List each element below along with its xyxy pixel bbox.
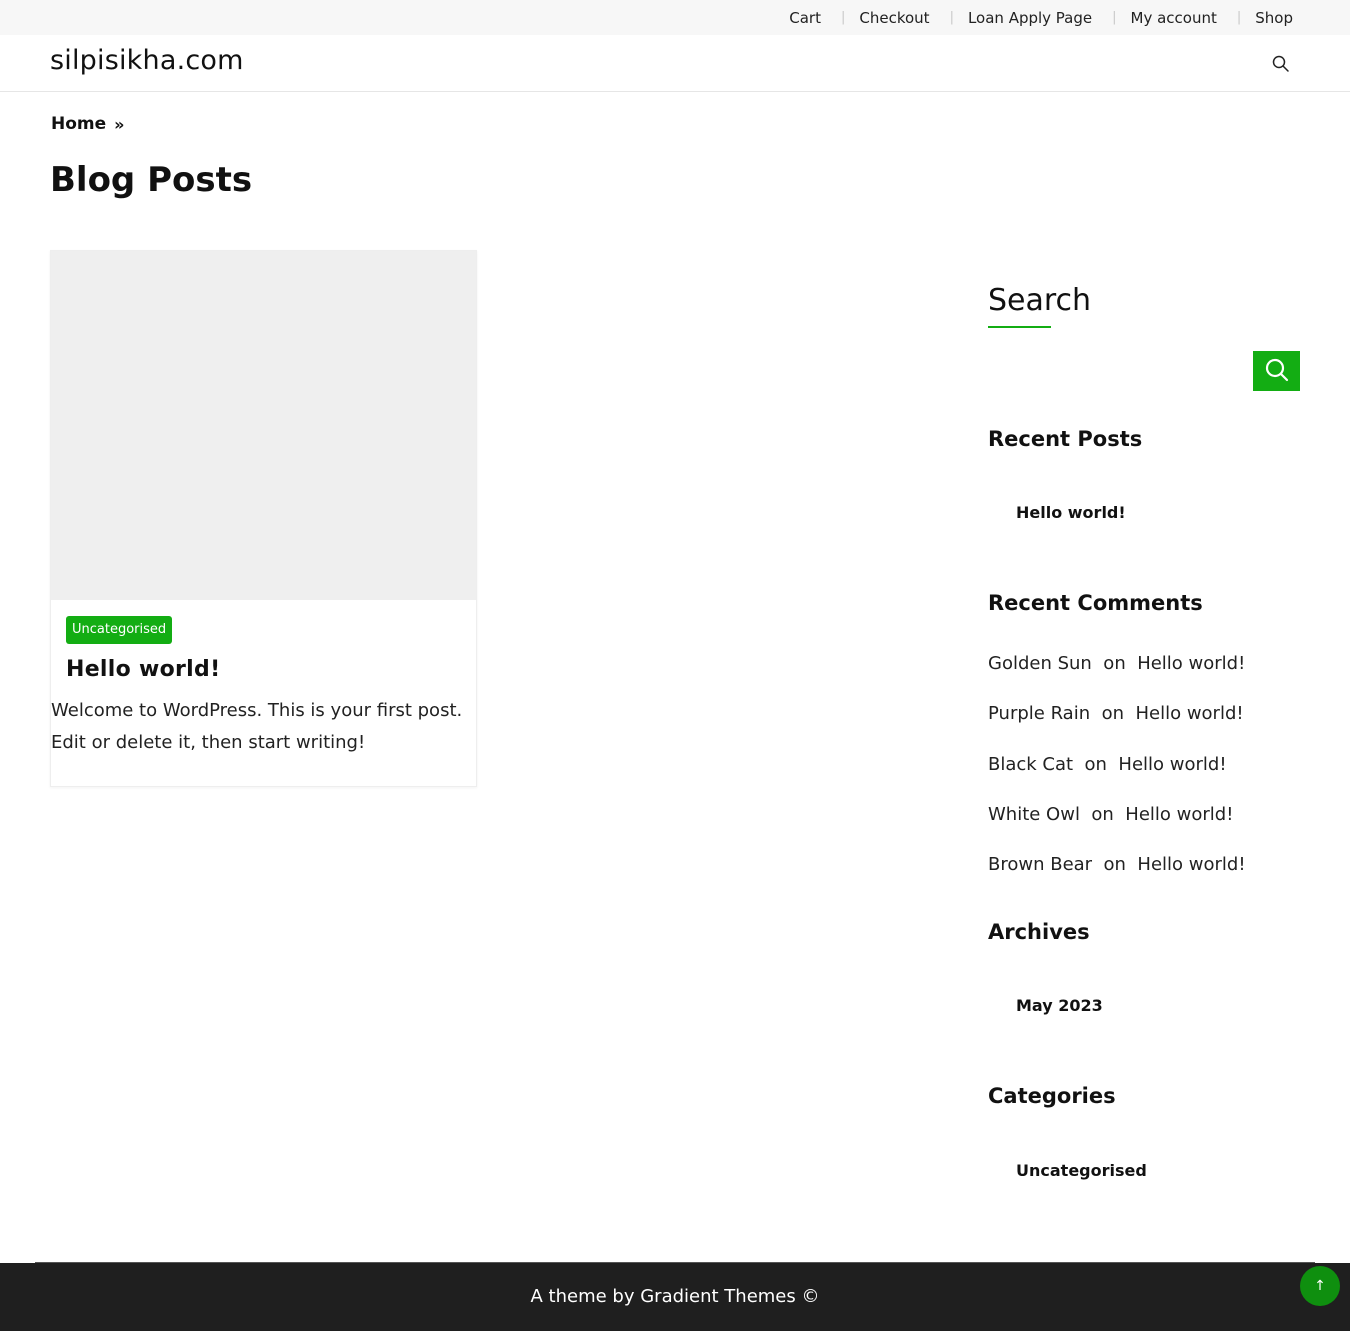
recent-comments-title: Recent Comments [988,591,1203,615]
comment-author[interactable]: Black Cat [988,754,1073,775]
comment-post-link[interactable]: Hello world! [1135,703,1243,724]
archives-title: Archives [988,920,1090,944]
archive-link[interactable]: May 2023 [1016,996,1103,1015]
comment-on-text: on [1097,653,1132,674]
footer-credit: A theme by Gradient Themes © [530,1286,820,1307]
comment-on-text: on [1097,854,1132,875]
comment-post-link[interactable]: Hello world! [1118,754,1226,775]
recent-comment-item: Purple Rain on Hello world! [988,703,1244,724]
comment-author[interactable]: Brown Bear [988,854,1092,875]
recent-post-link[interactable]: Hello world! [1016,503,1126,522]
category-link[interactable]: Uncategorised [1016,1161,1147,1180]
post-card: Uncategorised Hello world! Welcome to Wo… [50,250,477,787]
post-excerpt: Welcome to WordPress. This is your first… [51,700,463,753]
comment-author[interactable]: White Owl [988,804,1080,825]
top-bar: Cart | Checkout | Loan Apply Page | My a… [0,0,1350,35]
nav-link-my-account[interactable]: My account [1131,9,1217,27]
search-submit-button[interactable] [1253,351,1300,391]
post-thumbnail[interactable] [51,251,476,600]
site-header: silpisikha.com [0,35,1350,92]
comment-on-text: on [1095,703,1130,724]
page-title: Blog Posts [50,160,253,200]
search-icon [1264,357,1290,386]
nav-separator: | [840,10,846,25]
recent-comment-item: Black Cat on Hello world! [988,754,1227,775]
comment-post-link[interactable]: Hello world! [1137,854,1245,875]
site-title[interactable]: silpisikha.com [50,45,244,76]
chevron-right-icon: » [114,114,125,134]
arrow-up-icon: ↑ [1314,1278,1326,1294]
nav-separator: | [949,10,954,25]
breadcrumb: Home » [51,114,125,134]
recent-comment-item: Brown Bear on Hello world! [988,854,1246,875]
nav-link-loan-apply-page[interactable]: Loan Apply Page [968,9,1092,27]
comment-author[interactable]: Purple Rain [988,703,1090,724]
back-to-top-button[interactable]: ↑ [1300,1266,1340,1306]
nav-separator: | [1112,10,1117,25]
sidebar-search-input[interactable] [988,351,1253,391]
comment-on-text: on [1078,754,1113,775]
comment-post-link[interactable]: Hello world! [1125,804,1233,825]
recent-posts-title: Recent Posts [988,427,1143,451]
post-title[interactable]: Hello world! [66,657,220,682]
nav-link-checkout[interactable]: Checkout [859,9,929,27]
title-underline [988,326,1051,328]
nav-link-cart[interactable]: Cart [789,9,821,27]
search-icon[interactable] [1271,54,1291,74]
breadcrumb-home[interactable]: Home [51,114,106,134]
categories-title: Categories [988,1084,1116,1108]
top-navigation: Cart | Checkout | Loan Apply Page | My a… [789,0,1293,35]
nav-separator: | [1236,10,1242,25]
comment-on-text: on [1085,804,1120,825]
comment-post-link[interactable]: Hello world! [1137,653,1245,674]
recent-comment-item: Golden Sun on Hello world! [988,653,1245,674]
nav-link-shop[interactable]: Shop [1255,9,1293,27]
recent-comment-item: White Owl on Hello world! [988,804,1233,825]
comment-author[interactable]: Golden Sun [988,653,1092,674]
category-badge[interactable]: Uncategorised [66,616,173,644]
search-widget-title: Search [988,283,1092,318]
